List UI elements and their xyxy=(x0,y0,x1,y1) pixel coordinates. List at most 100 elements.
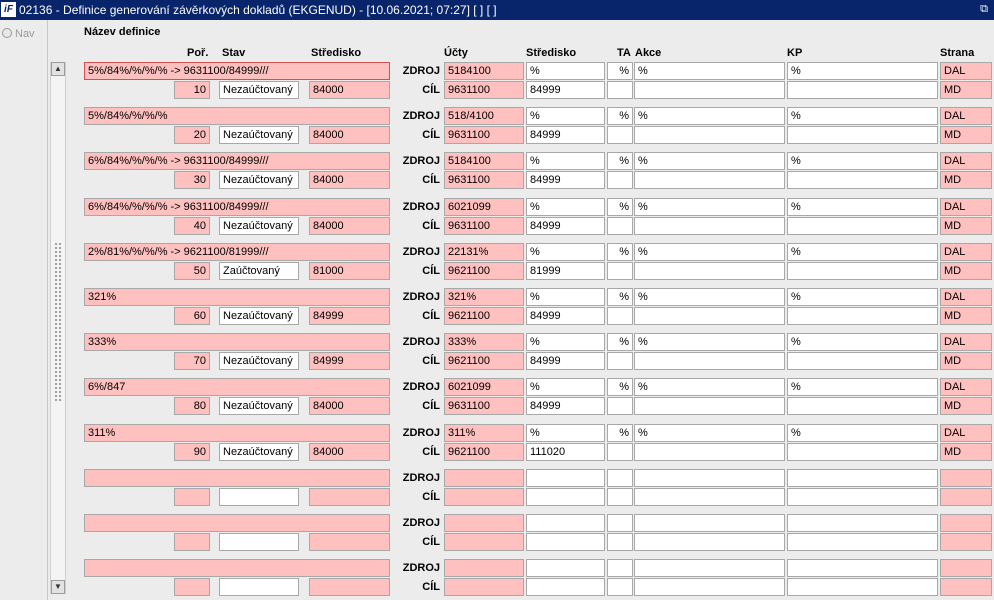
zdroj-akce-field[interactable] xyxy=(634,559,785,577)
zdroj-strana-field[interactable]: DAL xyxy=(940,198,992,216)
zdroj-ta-field[interactable] xyxy=(607,514,633,532)
cil-stredisko-field[interactable]: 84999 xyxy=(526,81,605,99)
stredisko-field[interactable] xyxy=(309,488,390,506)
cil-ucet-field[interactable]: 9621100 xyxy=(444,443,524,461)
stav-field[interactable]: Nezaúčtovaný xyxy=(219,171,299,189)
stredisko-field[interactable]: 84000 xyxy=(309,397,390,415)
zdroj-strana-field[interactable]: DAL xyxy=(940,378,992,396)
zdroj-ta-field[interactable]: % xyxy=(607,62,633,80)
cil-akce-field[interactable] xyxy=(634,217,785,235)
stredisko-field[interactable]: 84999 xyxy=(309,352,390,370)
cil-strana-field[interactable]: MD xyxy=(940,81,992,99)
vertical-scrollbar[interactable]: ▲ ▼ xyxy=(50,62,66,594)
cil-kp-field[interactable] xyxy=(787,81,938,99)
por-field[interactable]: 90 xyxy=(174,443,210,461)
zdroj-ucet-field[interactable] xyxy=(444,469,524,487)
cil-ta-field[interactable] xyxy=(607,352,633,370)
stav-field[interactable]: Nezaúčtovaný xyxy=(219,443,299,461)
zdroj-kp-field[interactable]: % xyxy=(787,62,938,80)
por-field[interactable] xyxy=(174,578,210,596)
zdroj-akce-field[interactable]: % xyxy=(634,107,785,125)
cil-kp-field[interactable] xyxy=(787,307,938,325)
stav-field[interactable]: Nezaúčtovaný xyxy=(219,352,299,370)
zdroj-ucet-field[interactable]: 333% xyxy=(444,333,524,351)
por-field[interactable]: 10 xyxy=(174,81,210,99)
cil-akce-field[interactable] xyxy=(634,126,785,144)
zdroj-ta-field[interactable] xyxy=(607,559,633,577)
definition-name-field[interactable]: 5%/84%/%/%/% -> 9631100/84999/// xyxy=(84,62,390,80)
zdroj-stredisko-field[interactable]: % xyxy=(526,198,605,216)
scroll-grip[interactable] xyxy=(54,242,62,402)
zdroj-ucet-field[interactable]: 311% xyxy=(444,424,524,442)
cil-kp-field[interactable] xyxy=(787,533,938,551)
zdroj-akce-field[interactable] xyxy=(634,469,785,487)
zdroj-stredisko-field[interactable] xyxy=(526,514,605,532)
por-field[interactable]: 80 xyxy=(174,397,210,415)
cil-akce-field[interactable] xyxy=(634,262,785,280)
cil-ucet-field[interactable]: 9621100 xyxy=(444,307,524,325)
zdroj-ta-field[interactable]: % xyxy=(607,288,633,306)
zdroj-ta-field[interactable]: % xyxy=(607,424,633,442)
zdroj-ucet-field[interactable] xyxy=(444,514,524,532)
zdroj-ta-field[interactable]: % xyxy=(607,107,633,125)
cil-ucet-field[interactable]: 9631100 xyxy=(444,217,524,235)
cil-akce-field[interactable] xyxy=(634,488,785,506)
zdroj-akce-field[interactable]: % xyxy=(634,152,785,170)
zdroj-ucet-field[interactable]: 22131% xyxy=(444,243,524,261)
por-field[interactable] xyxy=(174,533,210,551)
cil-stredisko-field[interactable]: 84999 xyxy=(526,126,605,144)
restore-window-icon[interactable]: ⧉ xyxy=(978,3,990,15)
stav-field[interactable]: Nezaúčtovaný xyxy=(219,217,299,235)
cil-akce-field[interactable] xyxy=(634,397,785,415)
cil-ta-field[interactable] xyxy=(607,443,633,461)
stredisko-field[interactable]: 84999 xyxy=(309,307,390,325)
stredisko-field[interactable]: 81000 xyxy=(309,262,390,280)
zdroj-strana-field[interactable] xyxy=(940,469,992,487)
zdroj-akce-field[interactable]: % xyxy=(634,378,785,396)
cil-ta-field[interactable] xyxy=(607,578,633,596)
zdroj-kp-field[interactable]: % xyxy=(787,198,938,216)
cil-strana-field[interactable] xyxy=(940,578,992,596)
zdroj-ta-field[interactable]: % xyxy=(607,333,633,351)
stav-field[interactable] xyxy=(219,533,299,551)
cil-akce-field[interactable] xyxy=(634,307,785,325)
cil-ucet-field[interactable] xyxy=(444,533,524,551)
cil-kp-field[interactable] xyxy=(787,352,938,370)
cil-strana-field[interactable]: MD xyxy=(940,126,992,144)
stav-field[interactable] xyxy=(219,488,299,506)
por-field[interactable]: 60 xyxy=(174,307,210,325)
zdroj-strana-field[interactable]: DAL xyxy=(940,107,992,125)
cil-ta-field[interactable] xyxy=(607,488,633,506)
cil-stredisko-field[interactable]: 84999 xyxy=(526,171,605,189)
cil-ta-field[interactable] xyxy=(607,307,633,325)
definition-name-field[interactable] xyxy=(84,514,390,532)
cil-stredisko-field[interactable]: 111020 xyxy=(526,443,605,461)
zdroj-akce-field[interactable]: % xyxy=(634,288,785,306)
zdroj-stredisko-field[interactable]: % xyxy=(526,62,605,80)
definition-name-field[interactable]: 6%/847 xyxy=(84,378,390,396)
stav-field[interactable]: Nezaúčtovaný xyxy=(219,126,299,144)
stredisko-field[interactable]: 84000 xyxy=(309,217,390,235)
cil-akce-field[interactable] xyxy=(634,578,785,596)
cil-strana-field[interactable]: MD xyxy=(940,352,992,370)
cil-ucet-field[interactable] xyxy=(444,488,524,506)
cil-stredisko-field[interactable]: 84999 xyxy=(526,397,605,415)
stredisko-field[interactable]: 84000 xyxy=(309,126,390,144)
stredisko-field[interactable]: 84000 xyxy=(309,171,390,189)
cil-ta-field[interactable] xyxy=(607,81,633,99)
zdroj-strana-field[interactable]: DAL xyxy=(940,288,992,306)
zdroj-akce-field[interactable]: % xyxy=(634,333,785,351)
zdroj-strana-field[interactable]: DAL xyxy=(940,62,992,80)
zdroj-ta-field[interactable] xyxy=(607,469,633,487)
por-field[interactable]: 70 xyxy=(174,352,210,370)
cil-strana-field[interactable]: MD xyxy=(940,262,992,280)
zdroj-akce-field[interactable]: % xyxy=(634,424,785,442)
cil-akce-field[interactable] xyxy=(634,533,785,551)
cil-ta-field[interactable] xyxy=(607,171,633,189)
zdroj-kp-field[interactable]: % xyxy=(787,333,938,351)
zdroj-ucet-field[interactable]: 518/4100 xyxy=(444,107,524,125)
cil-ta-field[interactable] xyxy=(607,262,633,280)
cil-ucet-field[interactable]: 9621100 xyxy=(444,262,524,280)
cil-kp-field[interactable] xyxy=(787,262,938,280)
zdroj-kp-field[interactable] xyxy=(787,469,938,487)
